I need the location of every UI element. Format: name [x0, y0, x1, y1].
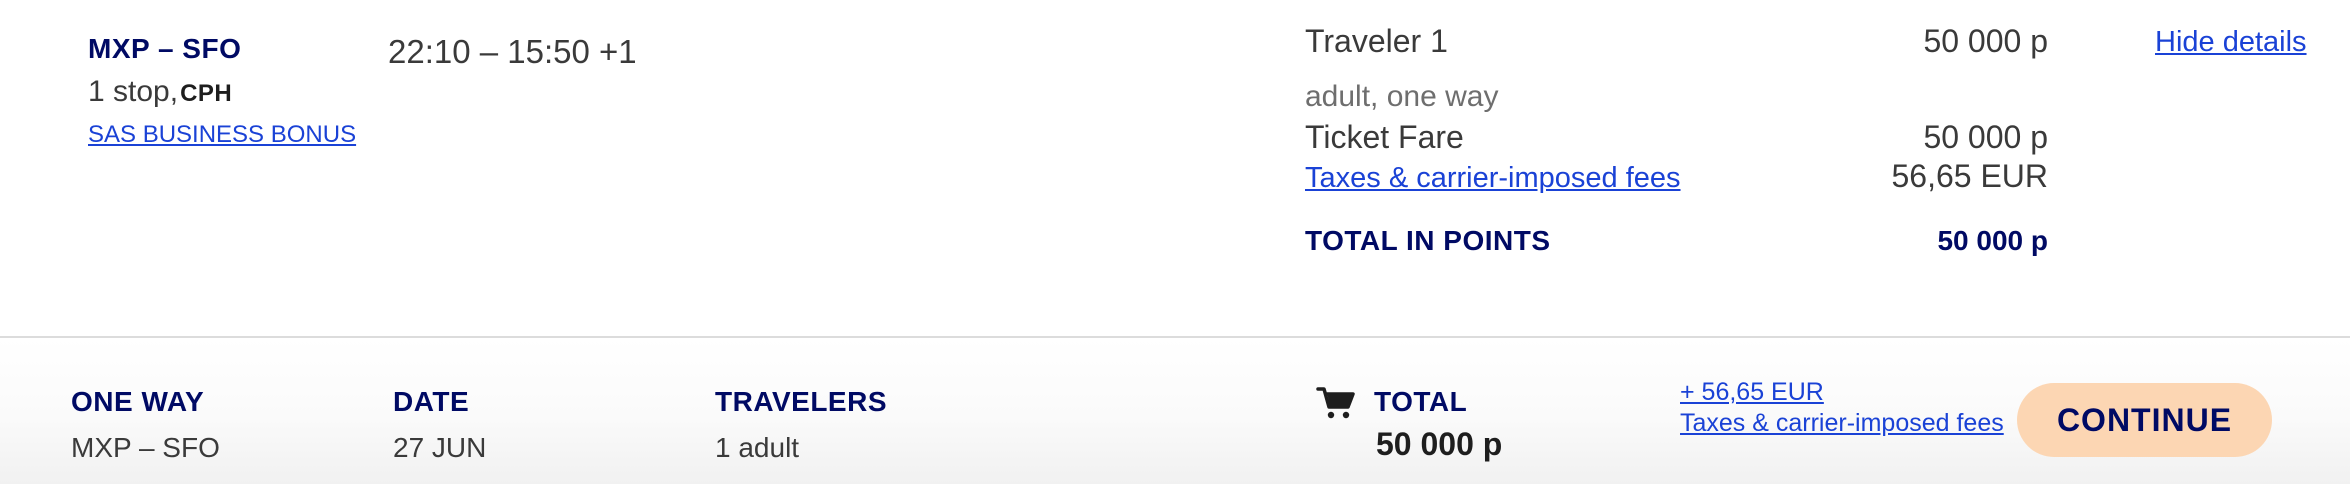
trip-type-value: MXP – SFO: [71, 432, 220, 463]
hide-details-link[interactable]: Hide details: [2155, 26, 2307, 59]
travelers-label: TRAVELERS: [715, 386, 887, 417]
travelers-value: 1 adult: [715, 432, 800, 463]
summary-fees-label-link[interactable]: Taxes & carrier-imposed fees: [1680, 409, 2004, 438]
traveler-type: adult, one way: [1305, 80, 1499, 113]
ticket-fare-label: Ticket Fare: [1305, 119, 1464, 155]
summary-fees-amount-link[interactable]: + 56,65 EUR: [1680, 378, 1824, 407]
total-points-label: TOTAL IN POINTS: [1305, 225, 1551, 256]
total-points-value: 50 000 p: [1937, 225, 2048, 256]
flight-route: MXP – SFO: [88, 33, 242, 64]
ticket-fare-value: 50 000 p: [1923, 119, 2048, 155]
traveler-points: 50 000 p: [1923, 23, 2048, 59]
flight-stops: 1 stop,CPH: [88, 75, 232, 109]
date-label: DATE: [393, 386, 470, 417]
traveler-label: Traveler 1: [1305, 23, 1448, 59]
taxes-fees-value: 56,65 EUR: [1891, 158, 2048, 194]
flight-times: 22:10 – 15:50 +1: [388, 33, 637, 70]
continue-button[interactable]: CONTINUE: [2017, 383, 2272, 457]
fare-brand-link[interactable]: SAS BUSINESS BONUS: [88, 121, 356, 149]
trip-type-label: ONE WAY: [71, 386, 205, 417]
taxes-fees-link[interactable]: Taxes & carrier-imposed fees: [1305, 162, 1681, 195]
shopping-cart-icon: [1316, 387, 1355, 419]
stops-count: 1 stop,: [88, 75, 179, 108]
stop-airport-code: CPH: [180, 80, 233, 107]
date-value: 27 JUN: [393, 432, 487, 463]
summary-total-label: TOTAL: [1374, 386, 1468, 417]
summary-total-value: 50 000 p: [1376, 426, 1503, 462]
flight-details-panel: MXP – SFO 1 stop,CPH SAS BUSINESS BONUS …: [0, 0, 2350, 336]
